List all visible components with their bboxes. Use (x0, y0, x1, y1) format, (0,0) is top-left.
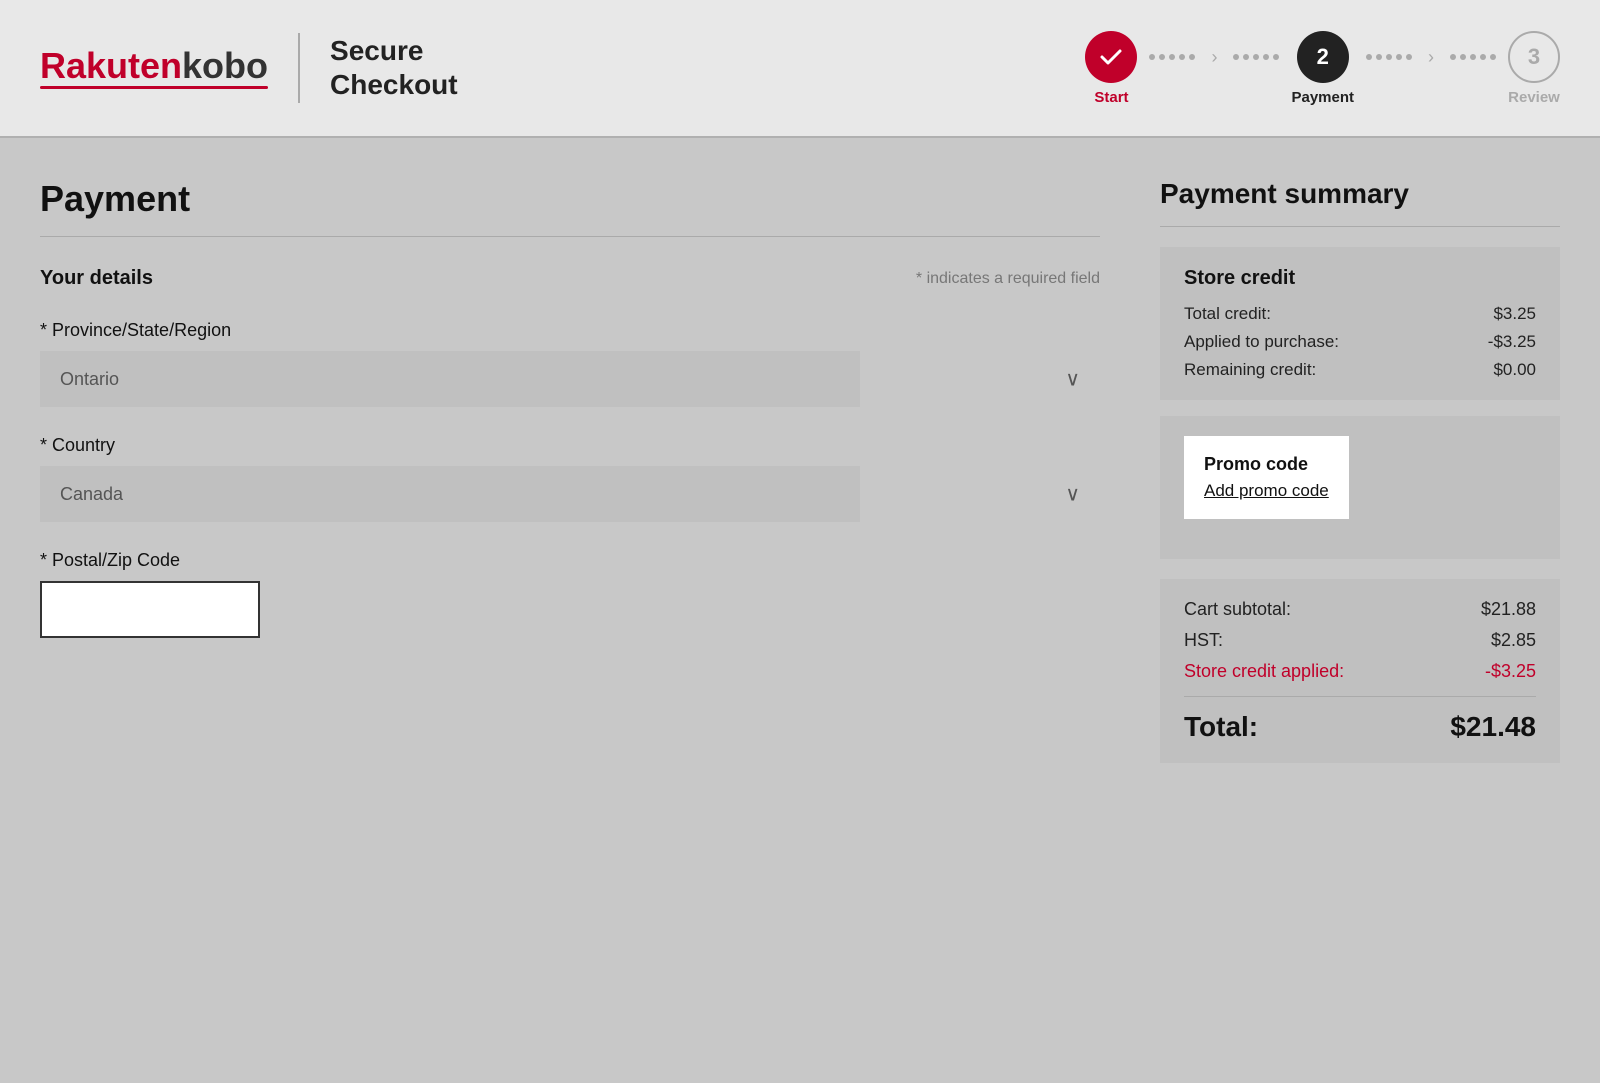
dot (1243, 54, 1249, 60)
dot (1406, 54, 1412, 60)
logo: Rakutenkobo (40, 48, 268, 89)
remaining-credit-row: Remaining credit: $0.00 (1184, 360, 1536, 380)
secure-checkout-title: SecureCheckout (330, 34, 458, 101)
payment-title: Payment (40, 178, 1100, 237)
province-label: * Province/State/Region (40, 320, 1100, 341)
promo-title: Promo code (1204, 454, 1329, 475)
step-payment: 2 Payment (1291, 31, 1354, 106)
total-row: Total: $21.48 (1184, 696, 1536, 743)
dot (1253, 54, 1259, 60)
dot (1386, 54, 1392, 60)
logo-kobo: kobo (182, 45, 268, 86)
chevron-down-icon: ∨ (1065, 367, 1080, 392)
checkmark-icon (1097, 43, 1125, 71)
step-start-circle (1085, 31, 1137, 83)
dot (1189, 54, 1195, 60)
dot (1480, 54, 1486, 60)
logo-rakuten: Rakuten (40, 45, 182, 86)
dot (1149, 54, 1155, 60)
country-select[interactable]: Canada (40, 466, 860, 522)
dot (1169, 54, 1175, 60)
store-credit-applied-value: -$3.25 (1485, 661, 1536, 682)
dot (1159, 54, 1165, 60)
province-select[interactable]: Ontario (40, 351, 860, 407)
country-select-wrapper[interactable]: Canada ∨ (40, 466, 1100, 522)
dot (1460, 54, 1466, 60)
cart-subtotal-value: $21.88 (1481, 599, 1536, 620)
step-review-label: Review (1508, 89, 1560, 106)
payment-form: Payment Your details * indicates a requi… (40, 178, 1160, 1038)
store-credit-applied-label: Store credit applied: (1184, 661, 1344, 682)
dot (1233, 54, 1239, 60)
step-dots-3 (1354, 54, 1424, 60)
main-content: Payment Your details * indicates a requi… (0, 138, 1600, 1038)
dot (1490, 54, 1496, 60)
chevron-down-icon-country: ∨ (1065, 482, 1080, 507)
cart-subtotal-row: Cart subtotal: $21.88 (1184, 599, 1536, 620)
add-promo-code-link[interactable]: Add promo code (1204, 481, 1329, 500)
dot (1366, 54, 1372, 60)
your-details-label: Your details (40, 267, 153, 290)
payment-summary: Payment summary Store credit Total credi… (1160, 178, 1560, 1038)
logo-area: Rakutenkobo (40, 48, 268, 89)
cart-summary-section: Cart subtotal: $21.88 HST: $2.85 Store c… (1160, 579, 1560, 763)
step-start-label: Start (1094, 89, 1128, 106)
remaining-credit-value: $0.00 (1493, 360, 1536, 380)
step-payment-label: Payment (1291, 89, 1354, 106)
header-divider (298, 33, 300, 103)
province-select-wrapper[interactable]: Ontario ∨ (40, 351, 1100, 407)
your-details-row: Your details * indicates a required fiel… (40, 267, 1100, 290)
applied-credit-row: Applied to purchase: -$3.25 (1184, 332, 1536, 352)
required-note: * indicates a required field (916, 270, 1100, 288)
step-dots-4 (1438, 54, 1508, 60)
dot (1396, 54, 1402, 60)
header: Rakutenkobo SecureCheckout Start › (0, 0, 1600, 138)
store-credit-title: Store credit (1184, 267, 1536, 290)
store-credit-applied-row: Store credit applied: -$3.25 (1184, 661, 1536, 682)
store-credit-box: Store credit Total credit: $3.25 Applied… (1160, 247, 1560, 400)
total-value: $21.48 (1450, 711, 1536, 743)
dot (1263, 54, 1269, 60)
step-review-circle: 3 (1508, 31, 1560, 83)
promo-box: Promo code Add promo code (1184, 436, 1349, 519)
applied-credit-value: -$3.25 (1488, 332, 1536, 352)
arrow-right-icon-2: › (1428, 47, 1434, 68)
hst-value: $2.85 (1491, 630, 1536, 651)
dot (1179, 54, 1185, 60)
arrow-right-icon: › (1211, 47, 1217, 68)
cart-subtotal-label: Cart subtotal: (1184, 599, 1291, 620)
step-payment-circle: 2 (1297, 31, 1349, 83)
dot (1470, 54, 1476, 60)
logo-underline (40, 86, 268, 89)
dot (1376, 54, 1382, 60)
hst-label: HST: (1184, 630, 1223, 651)
remaining-credit-label: Remaining credit: (1184, 360, 1316, 380)
step-start: Start (1085, 31, 1137, 106)
dot (1273, 54, 1279, 60)
step-dots-1 (1137, 54, 1207, 60)
step-dots-2 (1221, 54, 1291, 60)
step-review: 3 Review (1508, 31, 1560, 106)
country-label: * Country (40, 435, 1100, 456)
hst-row: HST: $2.85 (1184, 630, 1536, 651)
postal-field-group: * Postal/Zip Code (40, 550, 1100, 638)
total-credit-value: $3.25 (1493, 304, 1536, 324)
province-field-group: * Province/State/Region Ontario ∨ (40, 320, 1100, 407)
postal-input[interactable] (40, 581, 260, 638)
checkout-steps: Start › 2 Payment (1085, 31, 1560, 106)
total-label: Total: (1184, 711, 1258, 743)
applied-credit-label: Applied to purchase: (1184, 332, 1339, 352)
total-credit-row: Total credit: $3.25 (1184, 304, 1536, 324)
promo-container: Promo code Add promo code (1160, 416, 1560, 559)
total-credit-label: Total credit: (1184, 304, 1271, 324)
country-field-group: * Country Canada ∨ (40, 435, 1100, 522)
postal-label: * Postal/Zip Code (40, 550, 1100, 571)
dot (1450, 54, 1456, 60)
summary-title: Payment summary (1160, 178, 1560, 227)
